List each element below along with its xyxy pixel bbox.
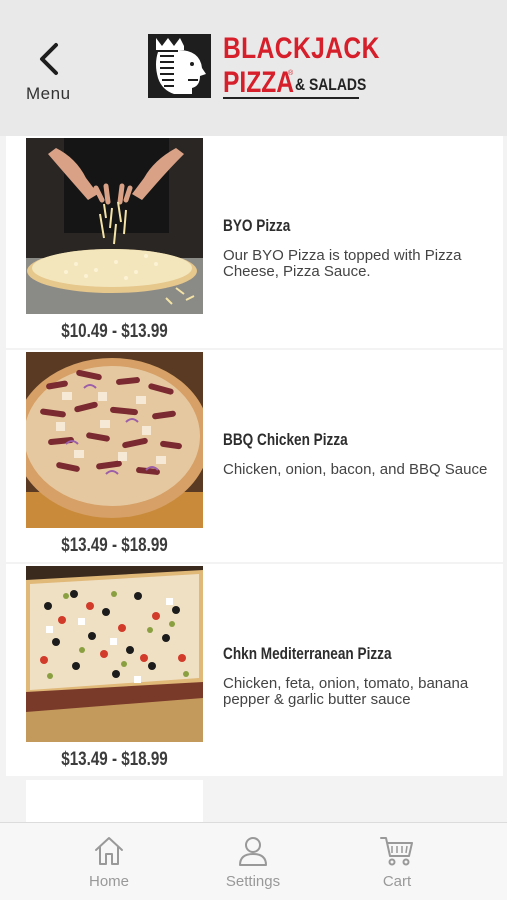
brand-logo: BLACKJACK PIZZA ® & SALADS [148, 34, 379, 100]
menu-item-card[interactable]: $10.49 - $13.99 BYO Pizza Our BYO Pizza … [6, 136, 503, 348]
back-button[interactable]: Menu [22, 38, 82, 108]
registered-mark: ® [288, 70, 294, 77]
bottom-tab-bar: Home Settings Cart [0, 822, 507, 900]
pizza-photo [26, 352, 203, 528]
tab-cart-label: Cart [382, 873, 412, 890]
tab-settings[interactable]: Settings [198, 835, 308, 895]
tab-cart[interactable]: Cart [342, 835, 452, 895]
item-price: $13.49 - $18.99 [61, 749, 168, 770]
back-label: Menu [26, 84, 71, 103]
king-logo-icon [148, 34, 211, 98]
chevron-left-icon [40, 43, 58, 75]
item-name: Chkn Mediterranean Pizza [223, 644, 392, 663]
item-description: Our BYO Pizza is topped with Pizza Chees… [223, 247, 462, 280]
brand-name-line2: PIZZA [223, 66, 295, 99]
logo-underline [223, 97, 359, 99]
item-name: BYO Pizza [223, 216, 291, 235]
item-price: $13.49 - $18.99 [61, 535, 168, 556]
user-icon [239, 837, 267, 866]
menu-item-card[interactable]: $13.49 - $18.99 Chkn Mediterranean Pizza… [6, 564, 503, 776]
item-price: $10.49 - $13.99 [61, 321, 168, 342]
home-icon [95, 837, 123, 865]
menu-item-list[interactable]: $10.49 - $13.99 BYO Pizza Our BYO Pizza … [0, 136, 507, 822]
menu-item-card-partial[interactable] [26, 780, 203, 822]
app-header: Menu BLACKJACK PIZZA ® & SALADS [0, 0, 507, 136]
brand-name-line1: BLACKJACK [223, 32, 380, 65]
tab-home[interactable]: Home [54, 835, 164, 895]
item-name: BBQ Chicken Pizza [223, 430, 348, 449]
brand-name-line3: & SALADS [295, 75, 367, 94]
cart-icon [380, 837, 413, 866]
item-description: Chicken, onion, bacon, and BBQ Sauce [223, 461, 488, 478]
tab-settings-label: Settings [225, 873, 281, 890]
pizza-photo [26, 138, 203, 314]
menu-item-card[interactable]: $13.49 - $18.99 BBQ Chicken Pizza Chicke… [6, 350, 503, 562]
item-description: Chicken, feta, onion, tomato, banana pep… [223, 675, 469, 708]
tab-home-label: Home [88, 873, 129, 890]
pizza-photo [26, 566, 203, 742]
